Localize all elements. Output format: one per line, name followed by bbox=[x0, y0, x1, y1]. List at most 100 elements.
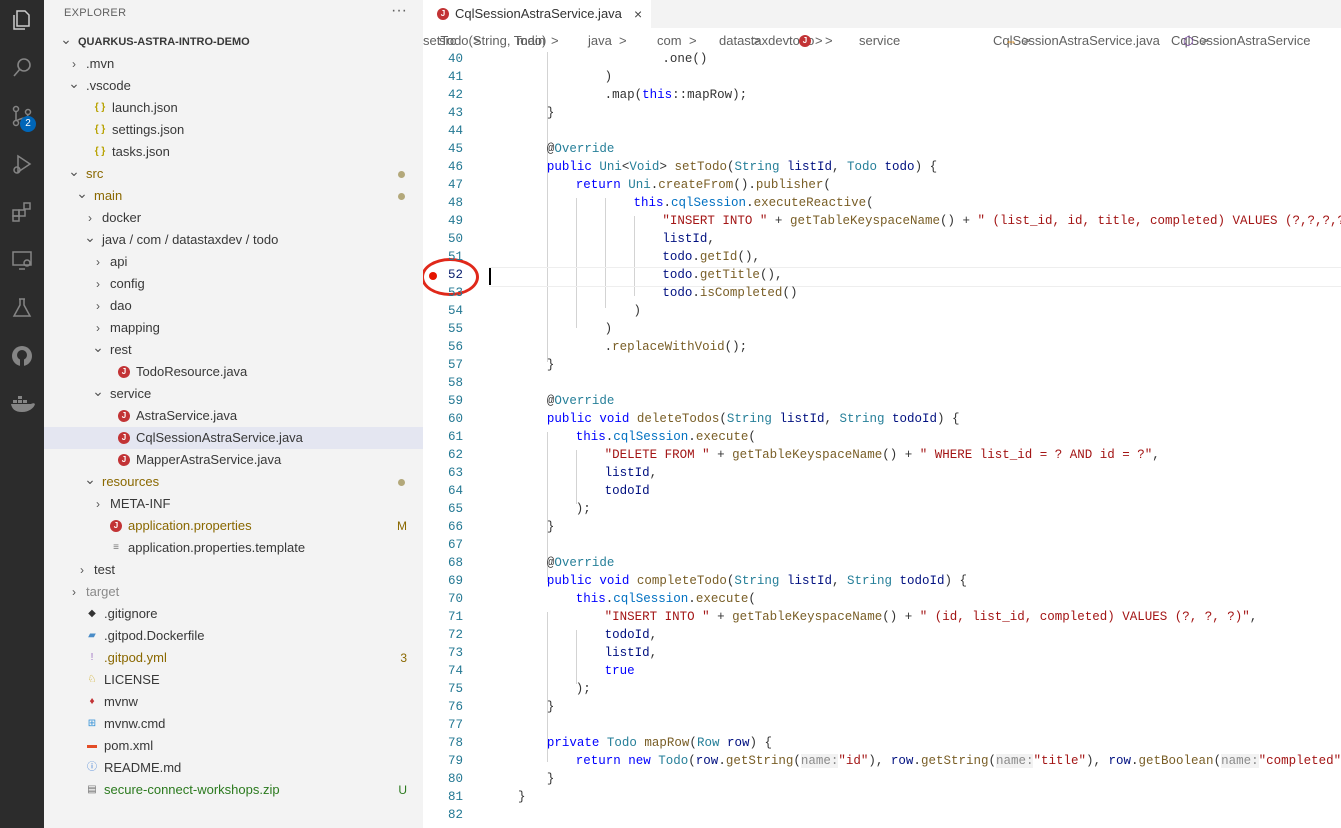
tree-folder[interactable]: ⌄ service bbox=[44, 383, 423, 405]
breadcrumb-item[interactable]: com bbox=[657, 28, 682, 54]
close-icon[interactable]: × bbox=[634, 0, 642, 28]
tree-file[interactable]: { } tasks.json bbox=[44, 141, 423, 163]
code-line: "INSERT INTO " + getTableKeyspaceName() … bbox=[662, 214, 1341, 228]
tree-folder[interactable]: ⌄ java / com / datastaxdev / todo bbox=[44, 229, 423, 251]
code-line: .map(this::mapRow); bbox=[604, 88, 748, 102]
tree-file[interactable]: ⓘ README.md bbox=[44, 757, 423, 779]
breadcrumb-item[interactable]: CqlSessionAstraService.java bbox=[993, 28, 1160, 54]
breadcrumb-item[interactable]: java bbox=[588, 28, 612, 54]
explorer-title: EXPLORER bbox=[64, 7, 127, 19]
tree-folder[interactable]: ⌄ resources bbox=[44, 471, 423, 493]
tree-item-label: application.properties bbox=[128, 518, 252, 533]
tree-file[interactable]: ♘ LICENSE bbox=[44, 669, 423, 691]
method-icon: ⬡ bbox=[1183, 34, 1194, 48]
tree-file[interactable]: J MapperAstraService.java bbox=[44, 449, 423, 471]
code-editor[interactable]: 40 .one() 41) 42 .map(this::mapRow); 43} 44 45 @… bbox=[423, 52, 1341, 828]
tree-file[interactable]: ! .gitpod.yml 3 bbox=[44, 647, 423, 669]
line-number: 63 bbox=[447, 466, 463, 480]
extensions-icon[interactable] bbox=[6, 196, 38, 228]
chevron-down-icon[interactable]: ⌄ bbox=[92, 339, 104, 361]
tree-item-label: target bbox=[86, 584, 120, 599]
run-debug-icon[interactable] bbox=[6, 148, 38, 180]
tree-item-label: mvnw bbox=[104, 694, 138, 709]
line-number: 75 bbox=[447, 682, 463, 696]
tree-file[interactable]: { } settings.json bbox=[44, 119, 423, 141]
chevron-right-icon[interactable]: › bbox=[92, 295, 104, 317]
chevron-down-icon[interactable]: ⌄ bbox=[68, 163, 80, 185]
tree-file[interactable]: J CqlSessionAstraService.java bbox=[44, 427, 423, 449]
more-actions-icon[interactable]: ··· bbox=[391, 2, 407, 20]
remote-explorer-icon[interactable] bbox=[6, 244, 38, 276]
tree-folder[interactable]: › META-INF bbox=[44, 493, 423, 515]
code-line: .one() bbox=[662, 52, 708, 66]
tree-file[interactable]: J TodoResource.java bbox=[44, 361, 423, 383]
chevron-down-icon[interactable]: ⌄ bbox=[84, 229, 96, 251]
chevron-right-icon[interactable]: › bbox=[92, 317, 104, 339]
tree-folder[interactable]: › .mvn bbox=[44, 53, 423, 75]
chevron-right-icon[interactable]: › bbox=[92, 251, 104, 273]
tree-folder[interactable]: ⌄ QUARKUS-ASTRA-INTRO-DEMO bbox=[44, 31, 423, 53]
tree-item-label: src bbox=[86, 166, 104, 181]
tree-folder[interactable]: › test bbox=[44, 559, 423, 581]
line-number: 82 bbox=[447, 808, 463, 822]
tree-file[interactable]: ◆ .gitignore bbox=[44, 603, 423, 625]
chevron-right-icon[interactable]: › bbox=[76, 559, 88, 581]
tree-file[interactable]: ≡ application.properties.template bbox=[44, 537, 423, 559]
github-icon[interactable] bbox=[6, 340, 38, 372]
java-file-icon: J bbox=[118, 410, 130, 422]
chevron-down-icon[interactable]: ⌄ bbox=[60, 31, 72, 53]
line-number: 57 bbox=[447, 358, 463, 372]
tree-folder[interactable]: › target bbox=[44, 581, 423, 603]
tree-folder[interactable]: ⌄ src bbox=[44, 163, 423, 185]
line-number: 68 bbox=[447, 556, 463, 570]
code-line: public Uni<Void> setTodo(String listId, … bbox=[546, 160, 938, 174]
line-number: 80 bbox=[447, 772, 463, 786]
json-file-icon: { } bbox=[94, 146, 106, 157]
tree-file[interactable]: ⊞ mvnw.cmd bbox=[44, 713, 423, 735]
chevron-down-icon[interactable]: ⌄ bbox=[92, 383, 104, 405]
tree-item-label: dao bbox=[110, 298, 132, 313]
tree-file[interactable]: ▰ .gitpod.Dockerfile bbox=[44, 625, 423, 647]
tree-file[interactable]: ▬ pom.xml bbox=[44, 735, 423, 757]
tree-folder[interactable]: › config bbox=[44, 273, 423, 295]
tree-item-label: .gitpod.Dockerfile bbox=[104, 628, 205, 643]
breadcrumb-item[interactable]: service bbox=[859, 28, 900, 54]
tree-folder[interactable]: › mapping bbox=[44, 317, 423, 339]
tree-folder[interactable]: ⌄ rest bbox=[44, 339, 423, 361]
tree-item-label: .vscode bbox=[86, 78, 131, 93]
chevron-right-icon[interactable]: › bbox=[92, 493, 104, 515]
chevron-down-icon[interactable]: ⌄ bbox=[76, 185, 88, 207]
search-icon[interactable] bbox=[6, 52, 38, 84]
tree-folder[interactable]: › docker bbox=[44, 207, 423, 229]
tree-item-label: docker bbox=[102, 210, 142, 225]
tree-file[interactable]: Japplication.properties M bbox=[44, 515, 423, 537]
chevron-right-icon[interactable]: › bbox=[84, 207, 96, 229]
tree-file[interactable]: ♦ mvnw bbox=[44, 691, 423, 713]
tree-folder[interactable]: ⌄ .vscode bbox=[44, 75, 423, 97]
code-line: ); bbox=[575, 502, 591, 516]
tree-folder[interactable]: › dao bbox=[44, 295, 423, 317]
tree-item-label: api bbox=[110, 254, 128, 269]
tree-folder[interactable]: ⌄ main bbox=[44, 185, 423, 207]
breadcrumb-separator: > bbox=[689, 33, 697, 48]
tree-folder[interactable]: › api bbox=[44, 251, 423, 273]
tree-file[interactable]: ▤ secure-connect-workshops.zip U bbox=[44, 779, 423, 801]
indent-guide bbox=[575, 198, 577, 328]
git-status-badge: 3 bbox=[400, 651, 407, 665]
explorer-icon[interactable] bbox=[6, 4, 38, 36]
chevron-down-icon[interactable]: ⌄ bbox=[84, 471, 96, 493]
line-number: 81 bbox=[447, 790, 463, 804]
chevron-right-icon[interactable]: › bbox=[68, 53, 80, 75]
tree-file[interactable]: { } launch.json bbox=[44, 97, 423, 119]
line-number: 55 bbox=[447, 322, 463, 336]
tree-item-label: test bbox=[94, 562, 115, 577]
chevron-down-icon[interactable]: ⌄ bbox=[68, 75, 80, 97]
code-line: } bbox=[546, 772, 555, 786]
chevron-right-icon[interactable]: › bbox=[68, 581, 80, 603]
testing-icon[interactable] bbox=[6, 292, 38, 324]
docker-icon[interactable] bbox=[6, 388, 38, 420]
tree-file[interactable]: J AstraService.java bbox=[44, 405, 423, 427]
breadcrumb-item[interactable]: setTodo(String, Todo) bbox=[423, 28, 546, 54]
tab-cqlsessionastraservice[interactable]: J CqlSessionAstraService.java × bbox=[423, 0, 651, 28]
chevron-right-icon[interactable]: › bbox=[92, 273, 104, 295]
